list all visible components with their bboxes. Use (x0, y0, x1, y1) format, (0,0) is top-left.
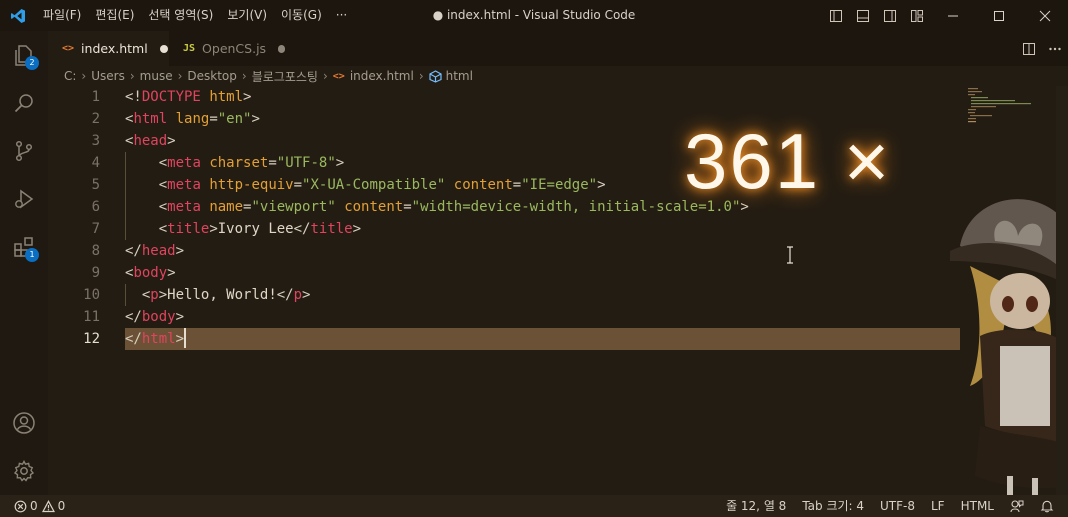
minimize-icon[interactable] (930, 0, 976, 31)
maximize-icon[interactable] (976, 0, 1022, 31)
unsaved-dot-icon[interactable] (159, 44, 168, 53)
toggle-panel-icon[interactable] (849, 0, 876, 31)
line-number: 1 (91, 89, 100, 105)
code-line-current[interactable]: </html> (125, 328, 960, 350)
code-line[interactable]: </head> (125, 240, 960, 262)
source-control-icon[interactable] (0, 127, 48, 175)
extensions-icon[interactable]: 1 (0, 223, 48, 271)
menu-file[interactable]: 파일(F) (36, 0, 88, 31)
gear-icon[interactable] (0, 447, 48, 495)
account-icon[interactable] (0, 399, 48, 447)
toggle-secondary-sidebar-icon[interactable] (876, 0, 903, 31)
menu-edit[interactable]: 편집(E) (88, 0, 141, 31)
menu-view[interactable]: 보기(V) (220, 0, 274, 31)
line-number: 5 (91, 177, 100, 193)
text-cursor (184, 328, 187, 348)
chevron-right-icon: › (241, 69, 247, 83)
warning-icon (41, 499, 55, 512)
line-number: 6 (91, 199, 100, 215)
status-bar: 0 0 줄 12, 열 8 Tab 크기: 4 UTF-8 LF HTML (0, 495, 1068, 517)
code-line[interactable]: <p>Hello, World!</p> (125, 284, 960, 306)
extensions-badge: 1 (25, 248, 39, 262)
menu-go[interactable]: 이동(G) (274, 0, 329, 31)
code-editor[interactable]: 1 2 3 4 5 6 7 8 9 10 11 12 <!DOCTYPE htm… (48, 86, 1068, 495)
indentation-setting[interactable]: Tab 크기: 4 (794, 495, 872, 517)
chevron-right-icon: › (177, 69, 183, 83)
run-debug-icon[interactable] (0, 175, 48, 223)
chevron-right-icon: › (81, 69, 87, 83)
error-icon (14, 500, 27, 512)
breadcrumb: C: › Users › muse › Desktop › 블로그포스팅 › <… (48, 66, 1068, 86)
customize-layout-icon[interactable] (903, 0, 930, 31)
cursor-position[interactable]: 줄 12, 열 8 (718, 495, 794, 517)
close-icon[interactable] (1022, 0, 1068, 31)
encoding-selector[interactable]: UTF-8 (872, 495, 923, 517)
tab-label: OpenCS.js (202, 41, 267, 56)
warning-count: 0 (57, 499, 66, 513)
breadcrumb-item[interactable]: index.html (350, 69, 414, 83)
tab-label: index.html (81, 41, 148, 56)
tab-index-html[interactable]: <> index.html (48, 31, 169, 66)
chevron-right-icon: › (418, 69, 424, 83)
html-file-icon: <> (332, 70, 345, 82)
overlay-text: 361 × (684, 117, 892, 205)
breadcrumb-item[interactable]: muse (140, 69, 173, 83)
line-number: 9 (91, 265, 100, 281)
minimap[interactable] (966, 86, 1056, 126)
code-line[interactable]: <body> (125, 262, 960, 284)
error-count: 0 (30, 499, 38, 513)
mouse-ibeam-icon (787, 246, 793, 264)
breadcrumb-item[interactable]: Desktop (187, 69, 237, 83)
split-editor-icon[interactable] (1016, 31, 1042, 66)
title-bar: 파일(F) 편집(E) 선택 영역(S) 보기(V) 이동(G) ··· ● i… (0, 0, 1068, 31)
line-number-gutter: 1 2 3 4 5 6 7 8 9 10 11 12 (48, 86, 108, 350)
toggle-primary-sidebar-icon[interactable] (822, 0, 849, 31)
menu-selection[interactable]: 선택 영역(S) (141, 0, 220, 31)
breadcrumb-item[interactable]: html (446, 69, 473, 83)
editor-tab-bar: <> index.html JS OpenCS.js (48, 31, 1068, 66)
line-number: 4 (91, 155, 100, 171)
line-number: 2 (91, 111, 100, 127)
search-icon[interactable] (0, 79, 48, 127)
line-number: 8 (91, 243, 100, 259)
line-number: 3 (91, 133, 100, 149)
vscode-logo-icon[interactable] (0, 0, 36, 31)
chevron-right-icon: › (322, 69, 328, 83)
language-mode-selector[interactable]: HTML (953, 495, 1002, 517)
eol-selector[interactable]: LF (923, 495, 953, 517)
problems-indicator[interactable]: 0 0 (0, 495, 65, 517)
menu-bar: 파일(F) 편집(E) 선택 영역(S) 보기(V) 이동(G) ··· (36, 0, 354, 31)
code-line[interactable]: <!DOCTYPE html> (125, 86, 960, 108)
feedback-icon[interactable] (1002, 495, 1032, 517)
explorer-badge: 2 (25, 56, 39, 70)
chevron-right-icon: › (129, 69, 135, 83)
line-number-active: 12 (83, 331, 100, 347)
unsaved-dot-icon[interactable] (278, 44, 285, 53)
breadcrumb-item[interactable]: Users (91, 69, 125, 83)
line-number: 11 (83, 309, 100, 325)
breadcrumb-item[interactable]: C: (64, 69, 76, 83)
anime-character-background-image (950, 199, 1068, 495)
html-file-icon: <> (62, 43, 75, 54)
js-file-icon: JS (183, 43, 196, 54)
vertical-scrollbar[interactable] (1056, 86, 1068, 495)
more-actions-icon[interactable] (1042, 31, 1068, 66)
breadcrumb-item[interactable]: 블로그포스팅 (252, 68, 318, 85)
explorer-icon[interactable]: 2 (0, 31, 48, 79)
symbol-element-icon (429, 69, 442, 83)
notifications-bell-icon[interactable] (1032, 495, 1068, 517)
activity-bar: 2 1 (0, 31, 48, 495)
code-line[interactable]: </body> (125, 306, 960, 328)
tab-opencs-js[interactable]: JS OpenCS.js (169, 31, 285, 66)
menu-more[interactable]: ··· (329, 0, 354, 31)
line-number: 10 (83, 287, 100, 303)
code-line[interactable]: <title>Ivory Lee</title> (125, 218, 960, 240)
line-number: 7 (91, 221, 100, 237)
